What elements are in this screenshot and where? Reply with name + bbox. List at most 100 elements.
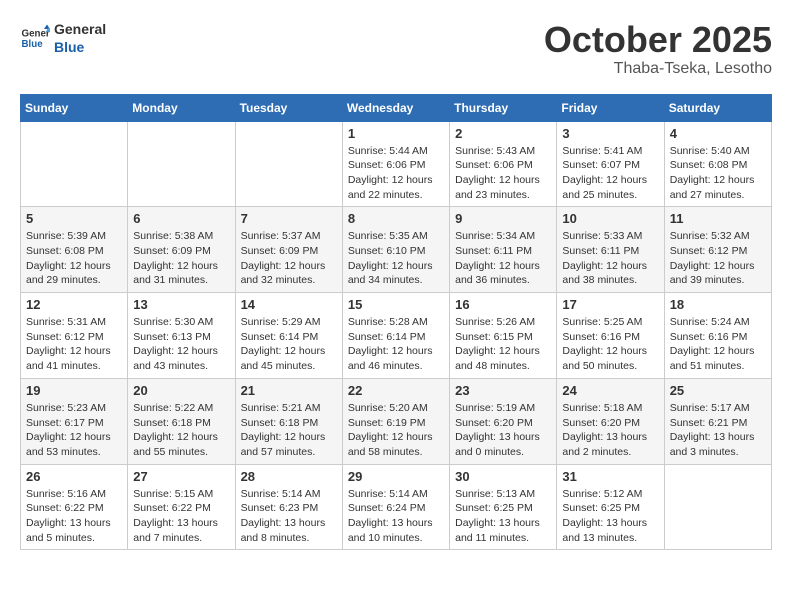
- calendar-table: SundayMondayTuesdayWednesdayThursdayFrid…: [20, 94, 772, 551]
- day-info: Sunrise: 5:38 AMSunset: 6:09 PMDaylight:…: [133, 229, 229, 288]
- calendar-cell: 22 Sunrise: 5:20 AMSunset: 6:19 PMDayligh…: [342, 378, 449, 464]
- day-info: Sunrise: 5:35 AMSunset: 6:10 PMDaylight:…: [348, 229, 444, 288]
- day-info: Sunrise: 5:18 AMSunset: 6:20 PMDaylight:…: [562, 401, 658, 460]
- day-number: 17: [562, 297, 658, 312]
- title-section: October 2025 Thaba-Tseka, Lesotho: [544, 20, 772, 78]
- day-info: Sunrise: 5:15 AMSunset: 6:22 PMDaylight:…: [133, 487, 229, 546]
- day-number: 23: [455, 383, 551, 398]
- day-info: Sunrise: 5:21 AMSunset: 6:18 PMDaylight:…: [241, 401, 337, 460]
- day-info: Sunrise: 5:20 AMSunset: 6:19 PMDaylight:…: [348, 401, 444, 460]
- day-number: 3: [562, 126, 658, 141]
- day-number: 21: [241, 383, 337, 398]
- day-info: Sunrise: 5:33 AMSunset: 6:11 PMDaylight:…: [562, 229, 658, 288]
- calendar-cell: 1 Sunrise: 5:44 AMSunset: 6:06 PMDaylight…: [342, 121, 449, 207]
- calendar-cell: 18 Sunrise: 5:24 AMSunset: 6:16 PMDayligh…: [664, 293, 771, 379]
- calendar-week-2: 5Sunrise: 5:39 AMSunset: 6:08 PMDaylight…: [21, 207, 772, 293]
- calendar-cell: 8 Sunrise: 5:35 AMSunset: 6:10 PMDaylight…: [342, 207, 449, 293]
- calendar-cell: [235, 121, 342, 207]
- calendar-week-4: 19Sunrise: 5:23 AMSunset: 6:17 PMDayligh…: [21, 378, 772, 464]
- day-number: 6: [133, 211, 229, 226]
- calendar-cell: 12Sunrise: 5:31 AMSunset: 6:12 PMDayligh…: [21, 293, 128, 379]
- calendar-cell: 24 Sunrise: 5:18 AMSunset: 6:20 PMDayligh…: [557, 378, 664, 464]
- day-number: 15: [348, 297, 444, 312]
- column-header-sunday: Sunday: [21, 94, 128, 121]
- column-header-monday: Monday: [128, 94, 235, 121]
- day-number: 10: [562, 211, 658, 226]
- day-info: Sunrise: 5:39 AMSunset: 6:08 PMDaylight:…: [26, 229, 122, 288]
- calendar-cell: [21, 121, 128, 207]
- calendar-cell: 2 Sunrise: 5:43 AMSunset: 6:06 PMDaylight…: [450, 121, 557, 207]
- day-info: Sunrise: 5:19 AMSunset: 6:20 PMDaylight:…: [455, 401, 551, 460]
- calendar-cell: 17Sunrise: 5:25 AMSunset: 6:16 PMDayligh…: [557, 293, 664, 379]
- day-number: 27: [133, 469, 229, 484]
- calendar-week-3: 12Sunrise: 5:31 AMSunset: 6:12 PMDayligh…: [21, 293, 772, 379]
- day-info: Sunrise: 5:12 AMSunset: 6:25 PMDaylight:…: [562, 487, 658, 546]
- calendar-cell: 23 Sunrise: 5:19 AMSunset: 6:20 PMDayligh…: [450, 378, 557, 464]
- calendar-week-1: 1 Sunrise: 5:44 AMSunset: 6:06 PMDaylight…: [21, 121, 772, 207]
- day-info: Sunrise: 5:44 AMSunset: 6:06 PMDaylight:…: [348, 144, 444, 203]
- day-number: 16: [455, 297, 551, 312]
- day-number: 13: [133, 297, 229, 312]
- calendar-cell: [128, 121, 235, 207]
- calendar-header-row: SundayMondayTuesdayWednesdayThursdayFrid…: [21, 94, 772, 121]
- day-info: Sunrise: 5:23 AMSunset: 6:17 PMDaylight:…: [26, 401, 122, 460]
- day-number: 29: [348, 469, 444, 484]
- calendar-cell: 31 Sunrise: 5:12 AMSunset: 6:25 PMDayligh…: [557, 464, 664, 550]
- calendar-cell: 14Sunrise: 5:29 AMSunset: 6:14 PMDayligh…: [235, 293, 342, 379]
- day-number: 31: [562, 469, 658, 484]
- calendar-cell: 16 Sunrise: 5:26 AMSunset: 6:15 PMDayligh…: [450, 293, 557, 379]
- day-info: Sunrise: 5:24 AMSunset: 6:16 PMDaylight:…: [670, 315, 766, 374]
- day-number: 24: [562, 383, 658, 398]
- logo-icon: General Blue: [20, 23, 50, 53]
- calendar-cell: 10 Sunrise: 5:33 AMSunset: 6:11 PMDayligh…: [557, 207, 664, 293]
- day-number: 7: [241, 211, 337, 226]
- day-info: Sunrise: 5:13 AMSunset: 6:25 PMDaylight:…: [455, 487, 551, 546]
- day-info: Sunrise: 5:26 AMSunset: 6:15 PMDaylight:…: [455, 315, 551, 374]
- calendar-cell: 28Sunrise: 5:14 AMSunset: 6:23 PMDayligh…: [235, 464, 342, 550]
- day-number: 1: [348, 126, 444, 141]
- day-info: Sunrise: 5:17 AMSunset: 6:21 PMDaylight:…: [670, 401, 766, 460]
- day-number: 22: [348, 383, 444, 398]
- svg-text:Blue: Blue: [22, 39, 44, 50]
- logo: General Blue General Blue: [20, 20, 106, 56]
- calendar-cell: 11Sunrise: 5:32 AMSunset: 6:12 PMDayligh…: [664, 207, 771, 293]
- calendar-cell: 27 Sunrise: 5:15 AMSunset: 6:22 PMDayligh…: [128, 464, 235, 550]
- day-number: 26: [26, 469, 122, 484]
- day-info: Sunrise: 5:22 AMSunset: 6:18 PMDaylight:…: [133, 401, 229, 460]
- day-number: 2: [455, 126, 551, 141]
- day-info: Sunrise: 5:29 AMSunset: 6:14 PMDaylight:…: [241, 315, 337, 374]
- calendar-cell: 26 Sunrise: 5:16 AMSunset: 6:22 PMDayligh…: [21, 464, 128, 550]
- column-header-tuesday: Tuesday: [235, 94, 342, 121]
- day-info: Sunrise: 5:30 AMSunset: 6:13 PMDaylight:…: [133, 315, 229, 374]
- calendar-cell: [664, 464, 771, 550]
- day-info: Sunrise: 5:31 AMSunset: 6:12 PMDaylight:…: [26, 315, 122, 374]
- calendar-cell: 9 Sunrise: 5:34 AMSunset: 6:11 PMDaylight…: [450, 207, 557, 293]
- column-header-wednesday: Wednesday: [342, 94, 449, 121]
- day-info: Sunrise: 5:40 AMSunset: 6:08 PMDaylight:…: [670, 144, 766, 203]
- calendar-cell: 6 Sunrise: 5:38 AMSunset: 6:09 PMDaylight…: [128, 207, 235, 293]
- day-number: 18: [670, 297, 766, 312]
- calendar-cell: 25Sunrise: 5:17 AMSunset: 6:21 PMDayligh…: [664, 378, 771, 464]
- column-header-thursday: Thursday: [450, 94, 557, 121]
- day-info: Sunrise: 5:32 AMSunset: 6:12 PMDaylight:…: [670, 229, 766, 288]
- day-number: 28: [241, 469, 337, 484]
- day-info: Sunrise: 5:16 AMSunset: 6:22 PMDaylight:…: [26, 487, 122, 546]
- column-header-saturday: Saturday: [664, 94, 771, 121]
- calendar-cell: 4Sunrise: 5:40 AMSunset: 6:08 PMDaylight…: [664, 121, 771, 207]
- calendar-cell: 19Sunrise: 5:23 AMSunset: 6:17 PMDayligh…: [21, 378, 128, 464]
- day-info: Sunrise: 5:41 AMSunset: 6:07 PMDaylight:…: [562, 144, 658, 203]
- day-info: Sunrise: 5:37 AMSunset: 6:09 PMDaylight:…: [241, 229, 337, 288]
- page-header: General Blue General Blue October 2025 T…: [20, 20, 772, 78]
- month-title: October 2025: [544, 20, 772, 60]
- day-number: 8: [348, 211, 444, 226]
- day-number: 30: [455, 469, 551, 484]
- day-info: Sunrise: 5:34 AMSunset: 6:11 PMDaylight:…: [455, 229, 551, 288]
- day-number: 9: [455, 211, 551, 226]
- day-info: Sunrise: 5:43 AMSunset: 6:06 PMDaylight:…: [455, 144, 551, 203]
- location: Thaba-Tseka, Lesotho: [544, 60, 772, 78]
- day-info: Sunrise: 5:28 AMSunset: 6:14 PMDaylight:…: [348, 315, 444, 374]
- svg-text:General: General: [22, 29, 51, 40]
- calendar-cell: 3 Sunrise: 5:41 AMSunset: 6:07 PMDaylight…: [557, 121, 664, 207]
- calendar-cell: 13 Sunrise: 5:30 AMSunset: 6:13 PMDayligh…: [128, 293, 235, 379]
- day-info: Sunrise: 5:14 AMSunset: 6:24 PMDaylight:…: [348, 487, 444, 546]
